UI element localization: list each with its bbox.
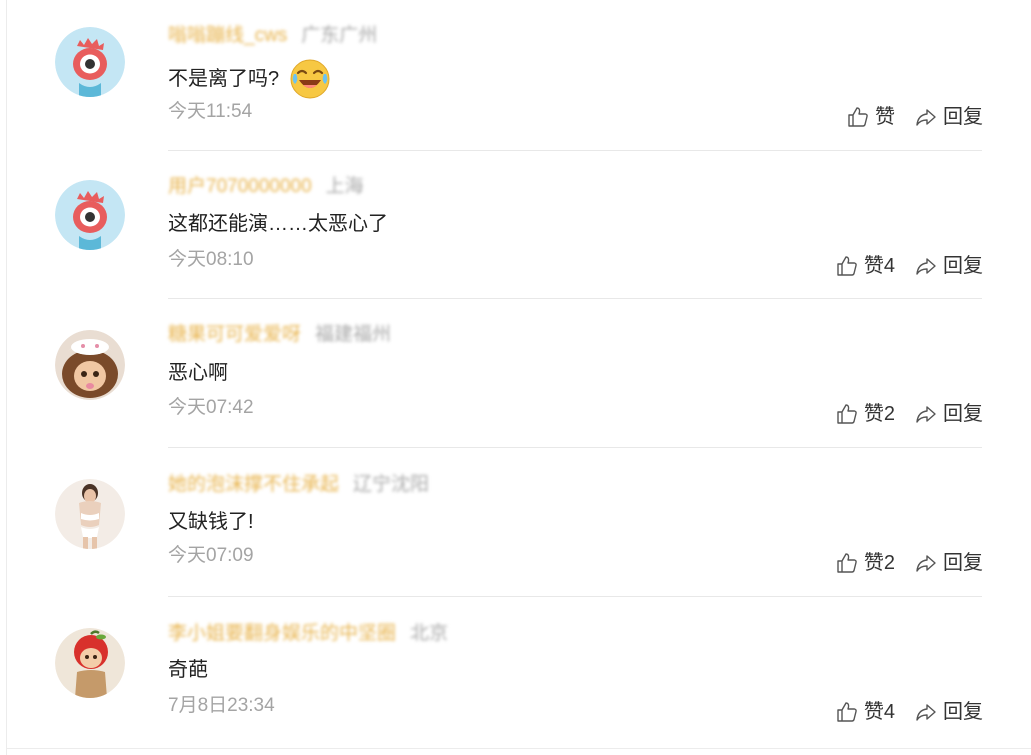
- reply-button[interactable]: 回复: [915, 699, 983, 725]
- comment-time: 7月8日23:34: [168, 695, 275, 716]
- thumbs-up-icon: [837, 404, 857, 424]
- default-eye-avatar-icon: [55, 180, 125, 250]
- reply-arrow-icon: [916, 704, 936, 721]
- user-meta: 嗡嗡蹦线_cws 广东广州: [168, 24, 377, 48]
- reply-arrow-icon: [916, 258, 936, 275]
- laughing-crying-emoji-icon: [290, 59, 330, 99]
- reply-label: 回复: [943, 255, 983, 277]
- comment-text: 这都还能演……太恶心了: [168, 213, 388, 235]
- like-button[interactable]: 赞4: [836, 699, 895, 725]
- reply-button[interactable]: 回复: [915, 401, 983, 427]
- reply-label: 回复: [943, 403, 983, 425]
- reply-button[interactable]: 回复: [915, 104, 983, 130]
- photo-avatar-icon: [55, 479, 125, 549]
- user-location: 广东广州: [301, 25, 378, 46]
- user-avatar[interactable]: [55, 180, 125, 250]
- comment-item: 她的泡沫撑不住承起 辽宁沈阳 又缺钱了! 今天07:09 赞2 回复: [0, 447, 1031, 597]
- like-button[interactable]: 赞2: [836, 401, 895, 427]
- reply-arrow-icon: [916, 406, 936, 423]
- comment-text-row: 又缺钱了!: [168, 508, 254, 536]
- user-location: 辽宁沈阳: [353, 474, 430, 495]
- comment-actions: 赞4 回复: [836, 253, 983, 279]
- comment-item: 糖果可可爱爱呀 福建福州 恶心啊 今天07:42 赞2 回复: [0, 298, 1031, 448]
- like-label: 赞2: [863, 403, 895, 425]
- user-avatar[interactable]: [55, 479, 125, 549]
- comment-time: 今天07:09: [168, 545, 254, 566]
- comment-text-row: 恶心啊: [168, 359, 228, 387]
- comment-item: 用户7070000000 上海 这都还能演……太恶心了 今天08:10 赞4 回复: [0, 150, 1031, 299]
- comment-text: 又缺钱了!: [168, 511, 254, 533]
- user-location: 福建福州: [315, 324, 392, 345]
- comment-item: 嗡嗡蹦线_cws 广东广州 不是离了吗? 今天11:54 赞 回复: [0, 0, 1031, 151]
- reply-arrow-icon: [916, 555, 936, 572]
- username[interactable]: 嗡嗡蹦线_cws: [168, 25, 287, 46]
- thumbs-up-icon: [837, 702, 857, 722]
- thumbs-up-icon: [837, 256, 857, 276]
- like-button[interactable]: 赞2: [836, 550, 895, 576]
- username[interactable]: 李小姐要翻身娱乐的中坚圈: [168, 623, 396, 644]
- like-button[interactable]: 赞: [847, 104, 895, 130]
- comment-text-row: 奇葩: [168, 656, 208, 684]
- username[interactable]: 她的泡沫撑不住承起: [168, 474, 339, 495]
- user-avatar[interactable]: [55, 27, 125, 97]
- thumbs-up-icon: [837, 553, 857, 573]
- comment-text: 不是离了吗?: [168, 68, 280, 90]
- comment-actions: 赞 回复: [847, 104, 983, 130]
- comment-time: 今天08:10: [168, 249, 254, 270]
- user-meta: 用户7070000000 上海: [168, 175, 364, 199]
- like-label: 赞: [875, 106, 895, 128]
- user-meta: 李小姐要翻身娱乐的中坚圈 北京: [168, 622, 448, 646]
- comment-actions: 赞2 回复: [836, 401, 983, 427]
- doll-avatar-icon: [55, 330, 125, 400]
- comment-text-row: 不是离了吗?: [168, 58, 331, 100]
- comment-actions: 赞4 回复: [836, 699, 983, 725]
- comment-time: 今天11:54: [168, 101, 253, 122]
- user-meta: 她的泡沫撑不住承起 辽宁沈阳: [168, 473, 429, 497]
- comment-text: 恶心啊: [168, 362, 228, 384]
- default-eye-avatar-icon: [55, 27, 125, 97]
- comment-time: 今天07:42: [168, 397, 254, 418]
- like-label: 赞4: [863, 701, 895, 723]
- panel-bottom-border: [6, 748, 1031, 749]
- comment-list: 嗡嗡蹦线_cws 广东广州 不是离了吗? 今天11:54 赞 回复 用户7070…: [0, 0, 1031, 755]
- reply-label: 回复: [943, 552, 983, 574]
- comment-actions: 赞2 回复: [836, 550, 983, 576]
- reply-label: 回复: [943, 106, 983, 128]
- user-avatar[interactable]: [55, 330, 125, 400]
- reply-label: 回复: [943, 701, 983, 723]
- username[interactable]: 用户7070000000: [168, 176, 312, 197]
- reply-button[interactable]: 回复: [915, 550, 983, 576]
- user-location: 上海: [325, 176, 364, 197]
- reply-button[interactable]: 回复: [915, 253, 983, 279]
- comment-text-row: 这都还能演……太恶心了: [168, 210, 388, 238]
- like-button[interactable]: 赞4: [836, 253, 895, 279]
- comment-text: 奇葩: [168, 659, 208, 681]
- apple-doll-avatar-icon: [55, 628, 125, 698]
- like-label: 赞2: [863, 552, 895, 574]
- user-avatar[interactable]: [55, 628, 125, 698]
- thumbs-up-icon: [848, 107, 868, 127]
- user-meta: 糖果可可爱爱呀 福建福州: [168, 323, 391, 347]
- comment-item: 李小姐要翻身娱乐的中坚圈 北京 奇葩 7月8日23:34 赞4 回复: [0, 596, 1031, 744]
- user-location: 北京: [410, 623, 449, 644]
- username[interactable]: 糖果可可爱爱呀: [168, 324, 301, 345]
- like-label: 赞4: [863, 255, 895, 277]
- reply-arrow-icon: [916, 109, 936, 126]
